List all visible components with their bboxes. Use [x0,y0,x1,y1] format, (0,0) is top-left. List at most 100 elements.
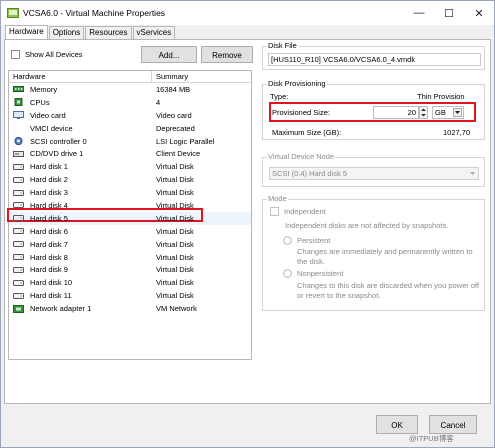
vdn-value: SCSI (0:4) Hard disk 5 [272,169,348,178]
add-button[interactable]: Add... [141,46,197,63]
hardware-row[interactable]: Hard disk 2 Virtual Disk [9,173,251,186]
hardware-name: Memory [30,84,58,94]
hardware-row[interactable]: Hard disk 8 Virtual Disk [9,251,251,264]
hardware-row[interactable]: Hard disk 11 Virtual Disk [9,289,251,302]
type-label: Type: [270,92,289,101]
disk-file-title: Disk File [267,41,298,50]
hardware-name: Hard disk 1 [30,162,68,172]
provisioned-size-highlight [269,102,476,122]
hard-disk-icon [13,189,24,196]
hardware-cell: Hard disk 5 [9,214,152,223]
hardware-row[interactable]: Hard disk 10 Virtual Disk [9,276,251,289]
close-button[interactable]: ✕ [464,1,494,25]
hardware-name: Hard disk 3 [30,188,68,198]
network-adapter-icon [13,304,24,313]
hardware-summary: Video card [156,110,192,120]
vdn-select[interactable]: SCSI (0:4) Hard disk 5 [269,167,479,180]
hardware-row[interactable]: Hard disk 9 Virtual Disk [9,263,251,276]
video-card-icon [13,111,24,120]
independent-checkbox[interactable] [270,207,279,216]
vmci-icon [13,124,24,132]
hardware-cell: SCSI controller 0 [9,137,152,146]
cancel-button[interactable]: Cancel [429,415,477,434]
hardware-summary: 16384 MB [156,84,191,94]
hardware-row[interactable]: Video card Video card [9,109,251,122]
hardware-row[interactable]: Network adapter 1 VM Network [9,302,251,315]
hard-disk-icon [13,228,24,235]
hardware-cell: Hard disk 8 [9,253,152,262]
hardware-row[interactable]: CD/DVD drive 1 Client Device [9,147,251,160]
hardware-row[interactable]: Hard disk 7 Virtual Disk [9,238,251,251]
hardware-name: Hard disk 6 [30,226,68,236]
hardware-cell: CPUs [9,98,152,107]
hardware-cell: Hard disk 3 [9,188,152,197]
vm-app-icon [7,8,19,18]
hardware-row[interactable]: SCSI controller 0 LSI Logic Parallel [9,135,251,148]
hardware-cell: Hard disk 7 [9,240,152,249]
disk-file-field[interactable]: [HUS110_R10] VCSA6.0/VCSA6.0_4.vmdk [268,53,481,66]
hardware-cell: Hard disk 2 [9,175,152,184]
cd-dvd-icon [13,150,24,157]
disk-provisioning-title: Disk Provisioning [267,79,327,88]
tab-vservices[interactable]: vServices [132,26,176,39]
hardware-panel: Show All Devices Add... Remove Hardware … [4,39,491,404]
vdn-dropdown-arrow-icon [468,169,477,178]
hard-disk-icon [13,215,24,222]
persistent-radio-icon[interactable] [283,236,292,245]
nonpersistent-description: Changes to this disk are discarded when … [297,281,480,300]
hardware-row[interactable]: Hard disk 1 Virtual Disk [9,160,251,173]
hardware-row[interactable]: Memory 16384 MB [9,83,251,96]
hardware-name: Hard disk 5 [30,213,68,223]
maximize-button[interactable]: ☐ [434,1,464,25]
tab-strip: Hardware Options Resources vServices [5,25,176,39]
vdn-title: Virtual Device Node [267,152,336,161]
hardware-name: Video card [30,110,66,120]
max-size-value: 1027,70 [443,128,471,137]
nonpersistent-radio-icon[interactable] [283,269,292,278]
hardware-row[interactable]: Hard disk 6 Virtual Disk [9,225,251,238]
hard-disk-icon [13,241,24,248]
hard-disk-icon [13,292,24,299]
cpu-icon [14,98,23,107]
hardware-row[interactable]: Hard disk 3 Virtual Disk [9,186,251,199]
column-header-summary[interactable]: Summary [152,71,188,82]
tab-hardware[interactable]: Hardware [5,25,48,39]
watermark-text: @ITPUB博客 [409,434,454,443]
mode-title: Mode [267,194,288,203]
hardware-cell: Hard disk 11 [9,291,152,300]
nonpersistent-option[interactable]: Nonpersistent [283,269,343,278]
hardware-row[interactable]: Hard disk 5 Virtual Disk [9,211,251,225]
hard-disk-icon [13,266,24,273]
show-all-devices-checkbox[interactable] [11,50,20,59]
persistent-option[interactable]: Persistent [283,236,330,245]
hardware-summary: Virtual Disk [156,278,194,288]
independent-option[interactable]: Independent [270,207,326,216]
hardware-cell: Hard disk 6 [9,227,152,236]
hardware-summary: Virtual Disk [156,213,194,223]
hardware-row[interactable]: CPUs 4 [9,96,251,109]
hardware-name: CPUs [30,97,50,107]
remove-button[interactable]: Remove [201,46,253,63]
minimize-button[interactable]: — [404,1,434,25]
title-bar: VCSA6.0 - Virtual Machine Properties — ☐… [1,1,494,25]
window-title: VCSA6.0 - Virtual Machine Properties [23,8,166,18]
hard-disk-icon [13,279,24,286]
show-all-devices[interactable]: Show All Devices [11,50,83,59]
hardware-cell: CD/DVD drive 1 [9,149,152,158]
column-header-hardware[interactable]: Hardware [9,71,152,82]
tab-options[interactable]: Options [48,26,85,39]
hard-disk-icon [13,254,24,261]
independent-label: Independent [284,207,326,216]
ok-button[interactable]: OK [376,415,418,434]
hardware-name: CD/DVD drive 1 [30,149,84,159]
show-all-devices-label: Show All Devices [25,50,83,59]
hardware-rows: Memory 16384 MB CPUs 4 Video card Video card V… [9,83,251,315]
hardware-summary: Virtual Disk [156,239,194,249]
hardware-summary: VM Network [156,304,197,314]
hardware-cell: VMCI device [9,124,152,133]
hardware-name: Hard disk 10 [30,278,73,288]
hardware-name: Hard disk 8 [30,252,68,262]
hardware-summary: LSI Logic Parallel [156,136,215,146]
tab-resources[interactable]: Resources [85,26,132,39]
hardware-row[interactable]: VMCI device Deprecated [9,122,251,135]
